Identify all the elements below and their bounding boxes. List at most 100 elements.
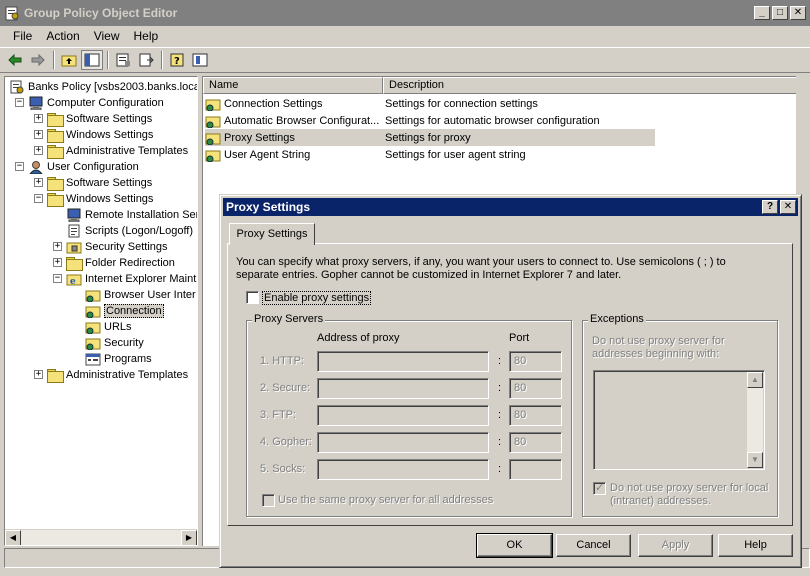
enable-proxy-checkbox[interactable] [246,291,259,304]
cancel-button[interactable]: Cancel [556,534,631,557]
help-button[interactable]: ? [166,50,188,70]
collapse-node-button[interactable]: − [34,194,43,203]
expand-node-button[interactable]: + [34,146,43,155]
expand-node-button[interactable]: + [53,242,62,251]
dialog-help-button[interactable]: ? [762,200,778,214]
collapse-node-button[interactable]: − [53,274,62,283]
same-proxy-label[interactable]: Use the same proxy server for all addres… [278,494,493,506]
proxy-address-input[interactable] [317,432,489,453]
tree-node[interactable]: e Internet Explorer Maint [66,271,196,287]
list-item-name: Automatic Browser Configurat... [224,114,380,127]
exceptions-textarea[interactable]: ▲ ▼ [593,370,765,470]
tree-node[interactable]: Remote Installation Ser [66,207,197,223]
tree-node[interactable]: Banks Policy [vsbs2003.banks.loca [9,79,197,95]
scroll-right-button[interactable]: ▶ [181,530,197,545]
proxy-address-input[interactable] [317,459,489,480]
proxy-address-input[interactable] [317,405,489,426]
list-item-description: Settings for user agent string [385,148,526,161]
tree-node[interactable]: Programs [85,351,152,367]
tree-node[interactable]: Browser User Inter [85,287,196,303]
bypass-local-label[interactable]: Do not use proxy server for local (intra… [610,482,770,508]
tree-node[interactable]: Windows Settings [47,191,153,207]
list-item[interactable]: Connection Settings Settings for connecti… [205,95,655,112]
tree-node-label: URLs [104,321,132,333]
tree-node[interactable]: Computer Configuration [28,95,164,111]
menu-help[interactable]: Help [127,29,166,43]
tree-node[interactable]: Administrative Templates [47,143,188,159]
expand-node-button[interactable]: + [34,130,43,139]
folder-icon [47,368,64,383]
collapse-node-button[interactable]: − [15,162,24,171]
tree-node[interactable]: Windows Settings [47,127,153,143]
expand-node-button[interactable]: + [34,178,43,187]
tree-node[interactable]: Folder Redirection [66,255,175,271]
properties-button[interactable] [112,50,134,70]
expand-node-button[interactable]: + [53,258,62,267]
folder-up-icon [61,55,77,67]
forward-button[interactable] [27,50,49,70]
bypass-local-checkbox[interactable] [593,481,606,495]
proxy-servers-group-label: Proxy Servers [252,313,326,325]
show-hide-action-pane-button[interactable] [189,50,211,70]
proxy-address-input[interactable] [317,378,489,399]
export-list-button[interactable] [135,50,157,70]
tree-node-label: Connection [104,304,164,318]
scroll-left-button[interactable]: ◀ [5,530,21,545]
proxy-port-input[interactable] [509,459,562,480]
ok-button[interactable]: OK [476,533,553,558]
tree-node[interactable]: Software Settings [47,175,152,191]
column-header-name[interactable]: Name [203,77,383,94]
collapse-node-button[interactable]: − [15,98,24,107]
list-item-name: Proxy Settings [224,131,295,144]
expand-node-button[interactable]: + [34,114,43,123]
intro-text: You can specify what proxy servers, if a… [236,256,726,281]
menu-file[interactable]: File [6,29,39,43]
column-header-description[interactable]: Description [383,77,796,94]
tree-node[interactable]: Administrative Templates [47,367,188,383]
same-proxy-checkbox[interactable] [262,494,275,507]
tree-horizontal-scrollbar[interactable]: ◀ ▶ [5,529,197,545]
list-item[interactable]: User Agent String Settings for user agent… [205,146,655,163]
tree-node[interactable]: Scripts (Logon/Logoff) [66,223,193,239]
exceptions-scrollbar[interactable]: ▲ ▼ [747,372,763,468]
menu-view[interactable]: View [87,29,127,43]
menu-action[interactable]: Action [39,29,86,43]
show-hide-tree-button[interactable] [81,50,103,70]
tree-node-label: Administrative Templates [66,145,189,157]
exceptions-group-label: Exceptions [588,313,646,325]
up-one-level-button[interactable] [58,50,80,70]
tree-node[interactable]: Security [85,335,144,351]
enable-proxy-label[interactable]: Enable proxy settings [262,291,372,305]
programs-icon [85,353,101,366]
help-button[interactable]: Help [718,534,793,557]
tree-node[interactable]: Software Settings [47,111,152,127]
close-button[interactable]: ✕ [790,6,806,20]
scroll-up-button[interactable]: ▲ [747,372,763,388]
proxy-port-input[interactable]: 80 [509,351,562,372]
console-tree[interactable]: Banks Policy [vsbs2003.banks.loca − Comput… [4,76,198,546]
gpo-editor-icon [5,6,19,21]
expand-node-button[interactable]: + [34,370,43,379]
apply-button[interactable]: Apply [638,534,713,557]
proxy-address-input[interactable] [317,351,489,372]
proxy-port-input[interactable]: 80 [509,432,562,453]
maximize-button[interactable]: □ [772,6,788,20]
tree-node[interactable]: URLs [85,319,132,335]
menubar: File Action View Help [0,26,810,46]
back-button[interactable] [4,50,26,70]
list-item[interactable]: Automatic Browser Configurat... Settings … [205,112,655,129]
proxy-port-input[interactable]: 80 [509,378,562,399]
tree-node-label: Computer Configuration [47,97,164,109]
window-titlebar[interactable]: Group Policy Object Editor _ □ ✕ [0,0,810,26]
list-item[interactable]: Proxy Settings Settings for proxy [205,129,655,146]
tree-node[interactable]: User Configuration [28,159,139,175]
minimize-button[interactable]: _ [754,6,770,20]
tab-proxy-settings[interactable]: Proxy Settings [229,223,315,245]
dialog-titlebar[interactable]: Proxy Settings ? ✕ [223,198,798,216]
tree-node[interactable]: Security Settings [66,239,168,255]
tree-node[interactable]: Connection [85,303,164,319]
dialog-close-button[interactable]: ✕ [780,200,796,214]
proxy-port-input[interactable]: 80 [509,405,562,426]
proxy-server-label: 1. HTTP: [260,355,305,367]
scroll-down-button[interactable]: ▼ [747,452,763,468]
